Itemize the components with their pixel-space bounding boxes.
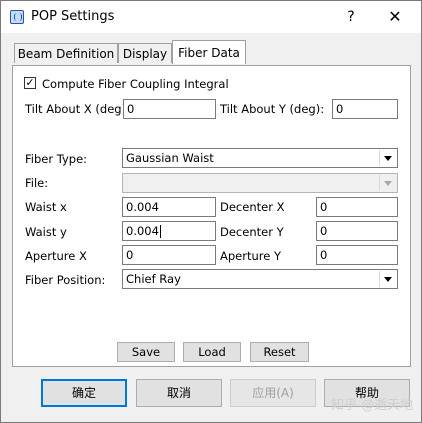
tab-fiber-data[interactable]: Fiber Data: [172, 40, 246, 64]
save-button[interactable]: Save: [117, 342, 175, 362]
aperture-x-field[interactable]: 0: [122, 245, 216, 265]
tilt-x-label: Tilt About X (deg):: [25, 102, 130, 116]
watermark-text: 知乎 @逝天地: [331, 398, 414, 413]
chevron-down-icon: [379, 271, 396, 287]
waist-y-value: 0.004: [126, 224, 159, 238]
compute-fiber-coupling-label: Compute Fiber Coupling Integral: [42, 77, 229, 91]
waist-y-field[interactable]: 0.004: [122, 221, 216, 241]
fiber-position-select[interactable]: Chief Ray: [122, 269, 398, 289]
fiber-type-label: Fiber Type:: [25, 152, 88, 166]
decenter-x-label: Decenter X: [220, 200, 285, 214]
file-select[interactable]: [122, 173, 398, 193]
waist-x-field[interactable]: 0.004: [122, 197, 216, 217]
text-caret: [159, 225, 161, 238]
tilt-y-label: Tilt About Y (deg):: [220, 102, 325, 116]
fiber-type-select[interactable]: Gaussian Waist: [122, 148, 398, 168]
aperture-y-field[interactable]: 0: [316, 245, 398, 265]
ok-button[interactable]: 确定: [41, 379, 127, 407]
cancel-button[interactable]: 取消: [136, 379, 222, 407]
aperture-x-label: Aperture X: [25, 249, 87, 263]
load-button[interactable]: Load: [183, 342, 241, 362]
tab-beam-definition[interactable]: Beam Definition: [14, 43, 118, 63]
pop-settings-dialog: POP Settings ? ✕ Beam Definition Display…: [0, 0, 422, 423]
compute-fiber-coupling-checkbox[interactable]: ✓: [24, 77, 36, 89]
tilt-x-field[interactable]: 0: [123, 99, 216, 119]
chevron-down-icon: [379, 175, 396, 191]
help-button[interactable]: ?: [331, 4, 371, 30]
title-bar: POP Settings ? ✕: [1, 1, 421, 33]
fiber-position-value: Chief Ray: [126, 272, 181, 286]
window-title: POP Settings: [31, 9, 115, 24]
decenter-y-field[interactable]: 0: [316, 221, 398, 241]
decenter-y-label: Decenter Y: [220, 225, 284, 239]
reset-button[interactable]: Reset: [250, 342, 309, 362]
waist-y-label: Waist y: [25, 225, 67, 239]
waist-x-label: Waist x: [25, 200, 67, 214]
aperture-y-label: Aperture Y: [220, 249, 281, 263]
tab-display[interactable]: Display: [118, 43, 172, 63]
close-icon[interactable]: ✕: [373, 4, 417, 30]
fiber-type-value: Gaussian Waist: [126, 151, 214, 165]
chevron-down-icon: [379, 150, 396, 166]
fiber-position-label: Fiber Position:: [25, 273, 106, 287]
file-label: File:: [25, 176, 49, 190]
app-icon: [10, 10, 24, 24]
tilt-y-field[interactable]: 0: [332, 99, 398, 119]
decenter-x-field[interactable]: 0: [316, 197, 398, 217]
apply-button[interactable]: 应用(A): [230, 379, 316, 407]
